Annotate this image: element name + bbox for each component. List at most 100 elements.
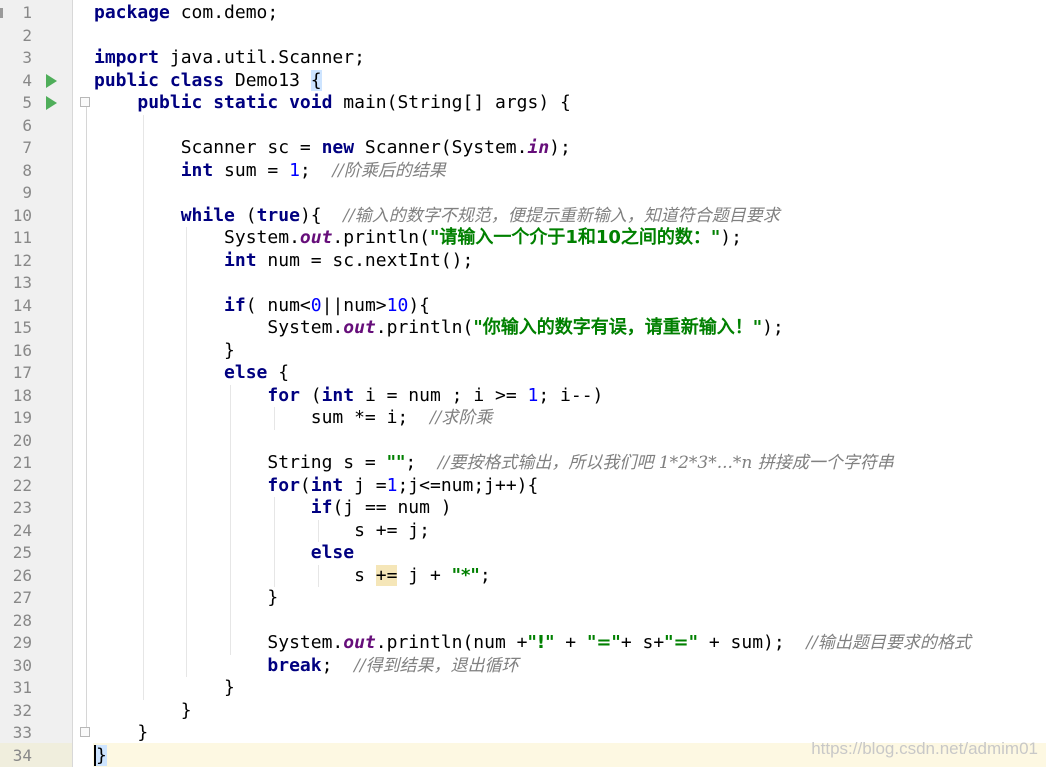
run-icon[interactable]	[46, 96, 57, 110]
line-number: 17	[12, 363, 32, 382]
highlighted-operator: +=	[375, 564, 398, 586]
code-line[interactable]: public class Demo13 {	[94, 69, 322, 93]
code-token: sum =	[213, 159, 290, 181]
string-token: "*"	[451, 564, 480, 586]
code-line[interactable]: System.out.println(num +"!" + "="+ s+"="…	[94, 632, 970, 655]
code-line[interactable]: }	[94, 700, 192, 723]
code-token: (	[299, 474, 311, 496]
code-line[interactable]: int num = sc.nextInt();	[94, 250, 473, 273]
code-line[interactable]: if( num<0||num>10){	[94, 295, 430, 318]
code-token: ){	[408, 294, 431, 316]
line-number: 18	[12, 385, 32, 405]
code-line[interactable]: s += j;	[94, 520, 430, 543]
run-icon[interactable]	[46, 73, 57, 88]
code-token: (	[299, 384, 322, 406]
line-number: 25	[12, 543, 32, 562]
code-token: j +	[397, 564, 452, 586]
code-line[interactable]: }	[94, 722, 148, 745]
code-line[interactable]: System.out.println("你输入的数字有误，请重新输入！");	[94, 317, 783, 340]
fold-column	[73, 0, 93, 767]
code-line[interactable]: while (true){ //输入的数字不规范，便提示重新输入，知道符合题目要…	[94, 205, 780, 228]
code-token: .println(num +	[375, 632, 528, 653]
keyword-token: int	[180, 159, 214, 181]
code-line[interactable]: int sum = 1; //阶乘后的结果	[94, 160, 446, 183]
line-number: 29	[12, 633, 32, 652]
string-token: "!"	[527, 632, 555, 653]
code-line[interactable]: String s = ""; //要按格式输出，所以我们吧 1*2*3*...*…	[94, 452, 893, 475]
line-number: 24	[12, 520, 32, 540]
code-token: }	[94, 587, 279, 608]
code-line[interactable]: for (int i = num ; i >= 1; i--)	[94, 385, 603, 408]
code-token: (	[234, 204, 257, 226]
keyword-token: if	[224, 294, 246, 316]
code-token: Demo13	[224, 69, 311, 91]
code-line[interactable]: }	[94, 587, 278, 610]
code-token: s	[94, 564, 376, 586]
line-number: 11	[12, 228, 32, 247]
code-token: (j == num )	[332, 497, 452, 518]
line-number: 7	[22, 138, 32, 157]
string-token: "="	[586, 632, 621, 653]
string-token: ""	[386, 452, 406, 473]
number-token: 0	[310, 294, 322, 316]
line-number: 15	[12, 318, 32, 337]
code-line[interactable]: import java.util.Scanner;	[94, 47, 365, 70]
keyword-token: new	[321, 137, 355, 158]
caret-brace: }	[94, 744, 107, 766]
code-token: ;	[479, 564, 491, 586]
code-token: }	[94, 677, 235, 698]
line-number: 26	[12, 565, 32, 585]
code-line[interactable]: package com.demo;	[94, 2, 278, 25]
line-number: 22	[12, 475, 32, 495]
line-number: 21	[12, 453, 32, 472]
code-line[interactable]: System.out.println("请输入一个介于1和10之间的数：");	[94, 227, 742, 250]
line-number: 28	[12, 610, 32, 630]
code-line[interactable]: else	[94, 542, 354, 565]
code-line[interactable]: sum *= i; //求阶乘	[94, 407, 493, 430]
code-line[interactable]: break; //得到结果，退出循环	[94, 655, 518, 678]
line-number: 30	[12, 655, 32, 675]
code-editor[interactable]: 1 2 3 4 5 6 7 8 9 10 11 12 13 14 15 16 17 18 19 20 21 22 23 24 2…	[0, 0, 1046, 767]
code-line[interactable]: }	[94, 340, 235, 363]
code-token: String s =	[94, 452, 387, 473]
line-number: 33	[12, 723, 32, 742]
code-line[interactable]: else {	[94, 362, 289, 385]
code-token: + sum);	[698, 632, 807, 653]
code-token: Scanner sc =	[94, 137, 322, 158]
comment-token: //输入的数字不规范，便提示重新输入，知道符合题目要求	[343, 205, 780, 226]
matched-brace: {	[310, 69, 322, 91]
string-token: "="	[664, 632, 699, 653]
code-token: Scanner(System.	[354, 137, 528, 158]
keyword-token: public static void	[137, 92, 333, 113]
code-token: );	[720, 227, 742, 248]
fold-collapse-icon[interactable]	[80, 97, 90, 107]
code-token: System.	[94, 632, 344, 653]
code-line[interactable]: if(j == num )	[94, 497, 452, 520]
code-line[interactable]: public static void main(String[] args) {	[94, 92, 571, 115]
code-line[interactable]: Scanner sc = new Scanner(System.in);	[94, 137, 571, 160]
code-token: java.util.Scanner;	[159, 47, 365, 68]
code-line[interactable]: s += j + "*";	[94, 564, 491, 588]
code-line[interactable]: for(int j =1;j<=num;j++){	[94, 475, 538, 498]
code-line[interactable]: }	[94, 677, 235, 700]
line-number: 31	[12, 678, 32, 697]
number-token: 1	[289, 159, 300, 181]
code-token: ||num>	[321, 294, 387, 316]
string-token: "你输入的数字有误，请重新输入！"	[473, 317, 763, 338]
code-line[interactable]: }	[94, 744, 107, 767]
fold-end-icon[interactable]	[80, 727, 90, 737]
line-number: 16	[12, 340, 32, 360]
keyword-token: for	[267, 474, 300, 496]
line-number: 20	[12, 430, 32, 450]
code-token: System.	[94, 317, 344, 338]
code-token: ; i--)	[538, 384, 604, 406]
line-number: 34	[12, 745, 32, 765]
code-token: );	[549, 137, 571, 158]
line-number: 32	[12, 700, 32, 720]
